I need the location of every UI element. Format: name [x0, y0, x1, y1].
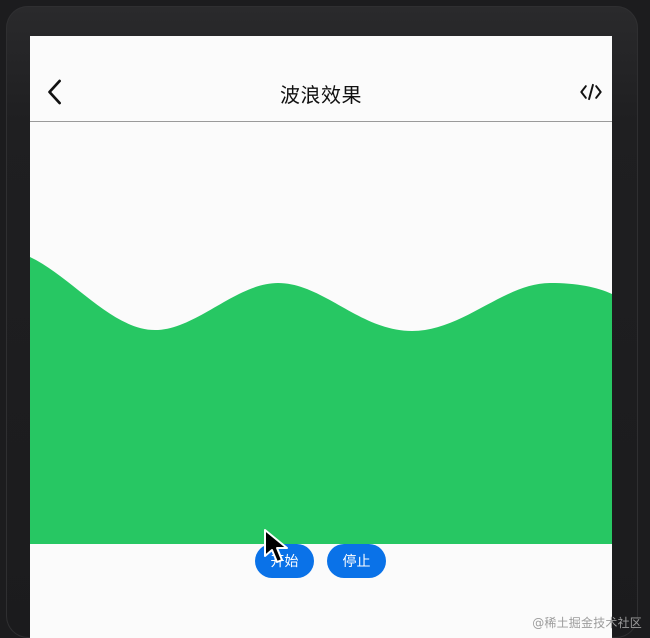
- page-title: 波浪效果: [280, 83, 362, 107]
- watermark: @稀土掘金技术社区: [532, 616, 642, 630]
- wave-shape: [30, 257, 612, 544]
- app-screen: 波浪效果 开始 停止: [30, 36, 612, 638]
- cursor-icon: [264, 529, 288, 563]
- stop-button[interactable]: 停止: [327, 544, 386, 578]
- app-bar: 波浪效果: [30, 36, 612, 122]
- controls-area: 开始 停止: [30, 544, 612, 638]
- wave-area: [30, 123, 612, 544]
- code-icon: [580, 83, 602, 101]
- code-button[interactable]: [574, 75, 608, 109]
- wave-fill: [30, 257, 612, 544]
